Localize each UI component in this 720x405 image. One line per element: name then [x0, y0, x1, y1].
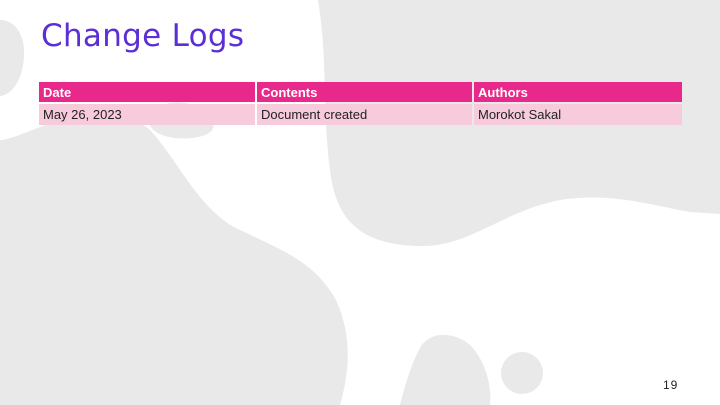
- background-shapes: [0, 0, 720, 405]
- page-title: Change Logs: [41, 18, 245, 54]
- table-header-row: Date Contents Authors: [39, 82, 682, 102]
- column-header-contents: Contents: [257, 82, 472, 102]
- table-row: May 26, 2023 Document created Morokot Sa…: [39, 104, 682, 125]
- gray-circle-shape: [501, 352, 543, 394]
- white-blob-shape: [0, 0, 720, 405]
- page-number: 19: [663, 378, 679, 392]
- column-header-date: Date: [39, 82, 255, 102]
- slide: Change Logs Date Contents Authors May 26…: [0, 0, 720, 405]
- cell-contents: Document created: [257, 104, 472, 125]
- cell-date: May 26, 2023: [39, 104, 255, 125]
- cell-authors: Morokot Sakal: [474, 104, 682, 125]
- change-log-table: Date Contents Authors May 26, 2023 Docum…: [37, 80, 684, 127]
- column-header-authors: Authors: [474, 82, 682, 102]
